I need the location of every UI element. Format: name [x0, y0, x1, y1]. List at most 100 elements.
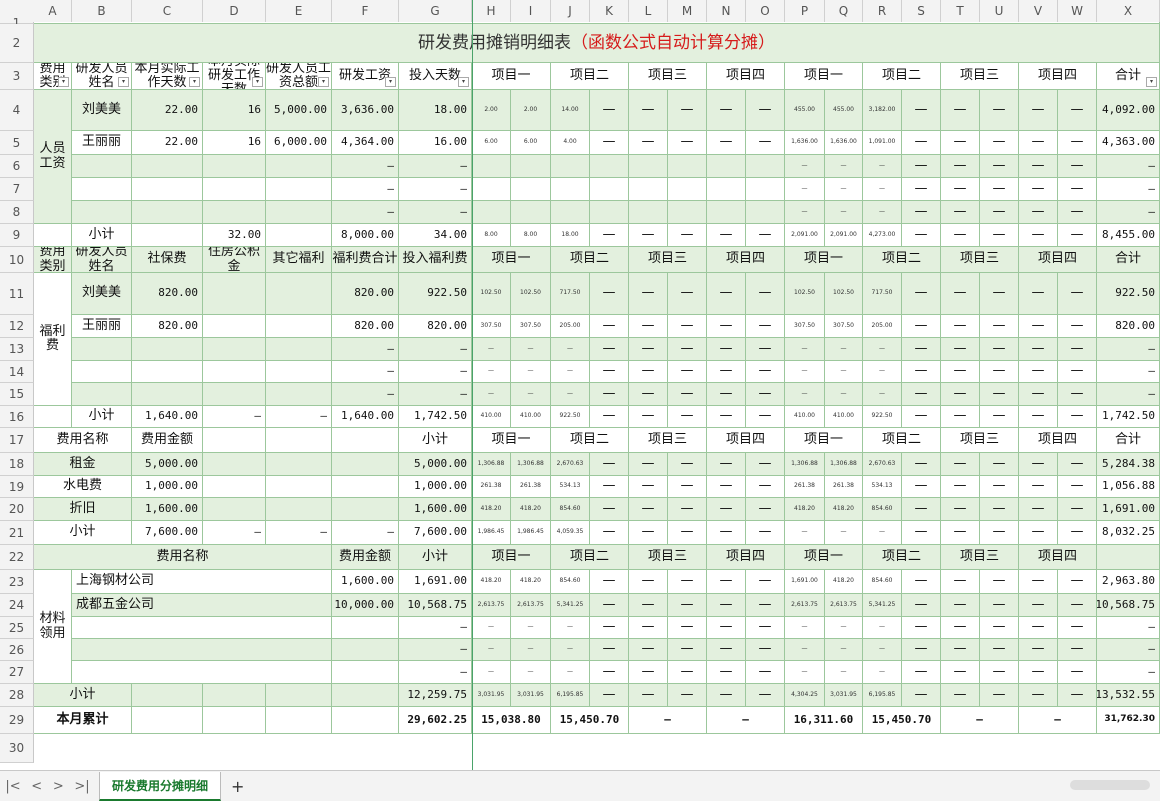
cell-x14[interactable]: — — [1097, 361, 1160, 383]
cell-r10[interactable]: 项目二 — [863, 247, 941, 273]
cell-s8[interactable]: — — [902, 201, 941, 224]
cell-w8[interactable]: — — [1058, 201, 1097, 224]
cell-m25[interactable]: — — [668, 617, 707, 639]
cell-k19[interactable]: — — [590, 476, 629, 498]
cell-c6[interactable] — [132, 155, 203, 178]
cell-m23[interactable]: — — [668, 570, 707, 594]
cell-b12[interactable]: 王丽丽 — [72, 315, 132, 338]
column-header-p[interactable]: P — [785, 0, 825, 22]
cell-o5[interactable]: — — [746, 131, 785, 155]
cell-d7[interactable] — [203, 178, 266, 201]
cell-k6[interactable] — [590, 155, 629, 178]
cell-p7[interactable]: — — [785, 178, 825, 201]
cell-l29[interactable]: — — [629, 707, 707, 734]
cell-b25[interactable] — [72, 617, 332, 639]
cell-u25[interactable]: — — [980, 617, 1019, 639]
cell-a16[interactable] — [34, 406, 72, 428]
cell-h27[interactable]: — — [472, 661, 511, 684]
cell-g4[interactable]: 18.00 — [399, 90, 472, 131]
cell-u13[interactable]: — — [980, 338, 1019, 361]
cell-q24[interactable]: 2,613.75 — [825, 594, 863, 617]
cell-h23[interactable]: 418.20 — [472, 570, 511, 594]
cell-d5[interactable]: 16 — [203, 131, 266, 155]
column-header-w[interactable]: W — [1058, 0, 1097, 22]
row-header-15[interactable]: 15 — [0, 383, 34, 406]
cell-r20[interactable]: 854.60 — [863, 498, 902, 521]
cell-h25[interactable]: — — [472, 617, 511, 639]
cell-w21[interactable]: — — [1058, 521, 1097, 545]
cell-e20[interactable] — [266, 498, 332, 521]
cell-w16[interactable]: — — [1058, 406, 1097, 428]
cell-c15[interactable] — [132, 383, 203, 406]
cell-h24[interactable]: 2,613.75 — [472, 594, 511, 617]
row-header-4[interactable]: 4 — [0, 90, 34, 131]
cell-g8[interactable]: — — [399, 201, 472, 224]
cell-m14[interactable]: — — [668, 361, 707, 383]
project-header-n[interactable]: 项目四 — [707, 63, 785, 90]
cell-j15[interactable]: — — [551, 383, 590, 406]
cell-o12[interactable]: — — [746, 315, 785, 338]
cell-b13[interactable] — [72, 338, 132, 361]
cell-x19[interactable]: 1,056.88 — [1097, 476, 1160, 498]
cell-m12[interactable]: — — [668, 315, 707, 338]
cell-h11[interactable]: 102.50 — [472, 273, 511, 315]
cell-t10[interactable]: 项目三 — [941, 247, 1019, 273]
cell-k8[interactable] — [590, 201, 629, 224]
cell-f10[interactable]: 福利费合计 — [332, 247, 399, 273]
cell-s19[interactable]: — — [902, 476, 941, 498]
cell-t22[interactable]: 项目三 — [941, 545, 1019, 570]
row-header-3[interactable]: 3 — [0, 63, 34, 90]
cell-q13[interactable]: — — [825, 338, 863, 361]
cell-w15[interactable]: — — [1058, 383, 1097, 406]
cell-g25[interactable]: — — [399, 617, 472, 639]
cell-t29[interactable]: — — [941, 707, 1019, 734]
cell-l5[interactable]: — — [629, 131, 668, 155]
cell-i7[interactable] — [511, 178, 551, 201]
cell-o7[interactable] — [746, 178, 785, 201]
row-header-22[interactable]: 22 — [0, 545, 34, 570]
cell-u6[interactable]: — — [980, 155, 1019, 178]
column-header-e[interactable]: E — [266, 0, 332, 22]
cell-n19[interactable]: — — [707, 476, 746, 498]
cell-j29[interactable]: 15,450.70 — [551, 707, 629, 734]
cell-w7[interactable]: — — [1058, 178, 1097, 201]
cell-g11[interactable]: 922.50 — [399, 273, 472, 315]
cell-u15[interactable]: — — [980, 383, 1019, 406]
cell-c20[interactable]: 1,600.00 — [132, 498, 203, 521]
cell-r26[interactable]: — — [863, 639, 902, 661]
column-header-i[interactable]: I — [511, 0, 551, 22]
cell-l26[interactable]: — — [629, 639, 668, 661]
cell-s6[interactable]: — — [902, 155, 941, 178]
cell-b24[interactable]: 成都五金公司 — [72, 594, 332, 617]
project-header-r[interactable]: 项目二 — [863, 63, 941, 90]
row-header-2[interactable]: 2 — [0, 24, 34, 63]
cell-g17[interactable]: 小计 — [399, 428, 472, 453]
cell-p23[interactable]: 1,691.00 — [785, 570, 825, 594]
cell-u18[interactable]: — — [980, 453, 1019, 476]
cell-e7[interactable] — [266, 178, 332, 201]
cell-r12[interactable]: 205.00 — [863, 315, 902, 338]
cell-c18[interactable]: 5,000.00 — [132, 453, 203, 476]
column-header-t[interactable]: T — [941, 0, 980, 22]
cell-p10[interactable]: 项目一 — [785, 247, 863, 273]
first-sheet-button[interactable]: |< — [5, 779, 20, 794]
cell-f27[interactable] — [332, 661, 399, 684]
column-header-a[interactable]: A — [34, 0, 72, 22]
cell-o18[interactable]: — — [746, 453, 785, 476]
cell-p17[interactable]: 项目一 — [785, 428, 863, 453]
cell-s16[interactable]: — — [902, 406, 941, 428]
cell-o11[interactable]: — — [746, 273, 785, 315]
cell-s25[interactable]: — — [902, 617, 941, 639]
cell-c10[interactable]: 社保费 — [132, 247, 203, 273]
row-header-21[interactable]: 21 — [0, 521, 34, 545]
cell-n22[interactable]: 项目四 — [707, 545, 785, 570]
cell-f14[interactable]: — — [332, 361, 399, 383]
cell-u4[interactable]: — — [980, 90, 1019, 131]
cell-r27[interactable]: — — [863, 661, 902, 684]
cell-v24[interactable]: — — [1019, 594, 1058, 617]
cell-g16[interactable]: 1,742.50 — [399, 406, 472, 428]
cell-x13[interactable]: — — [1097, 338, 1160, 361]
cell-t15[interactable]: — — [941, 383, 980, 406]
cell-x29[interactable]: 31,762.30 — [1097, 707, 1160, 734]
cell-w11[interactable]: — — [1058, 273, 1097, 315]
